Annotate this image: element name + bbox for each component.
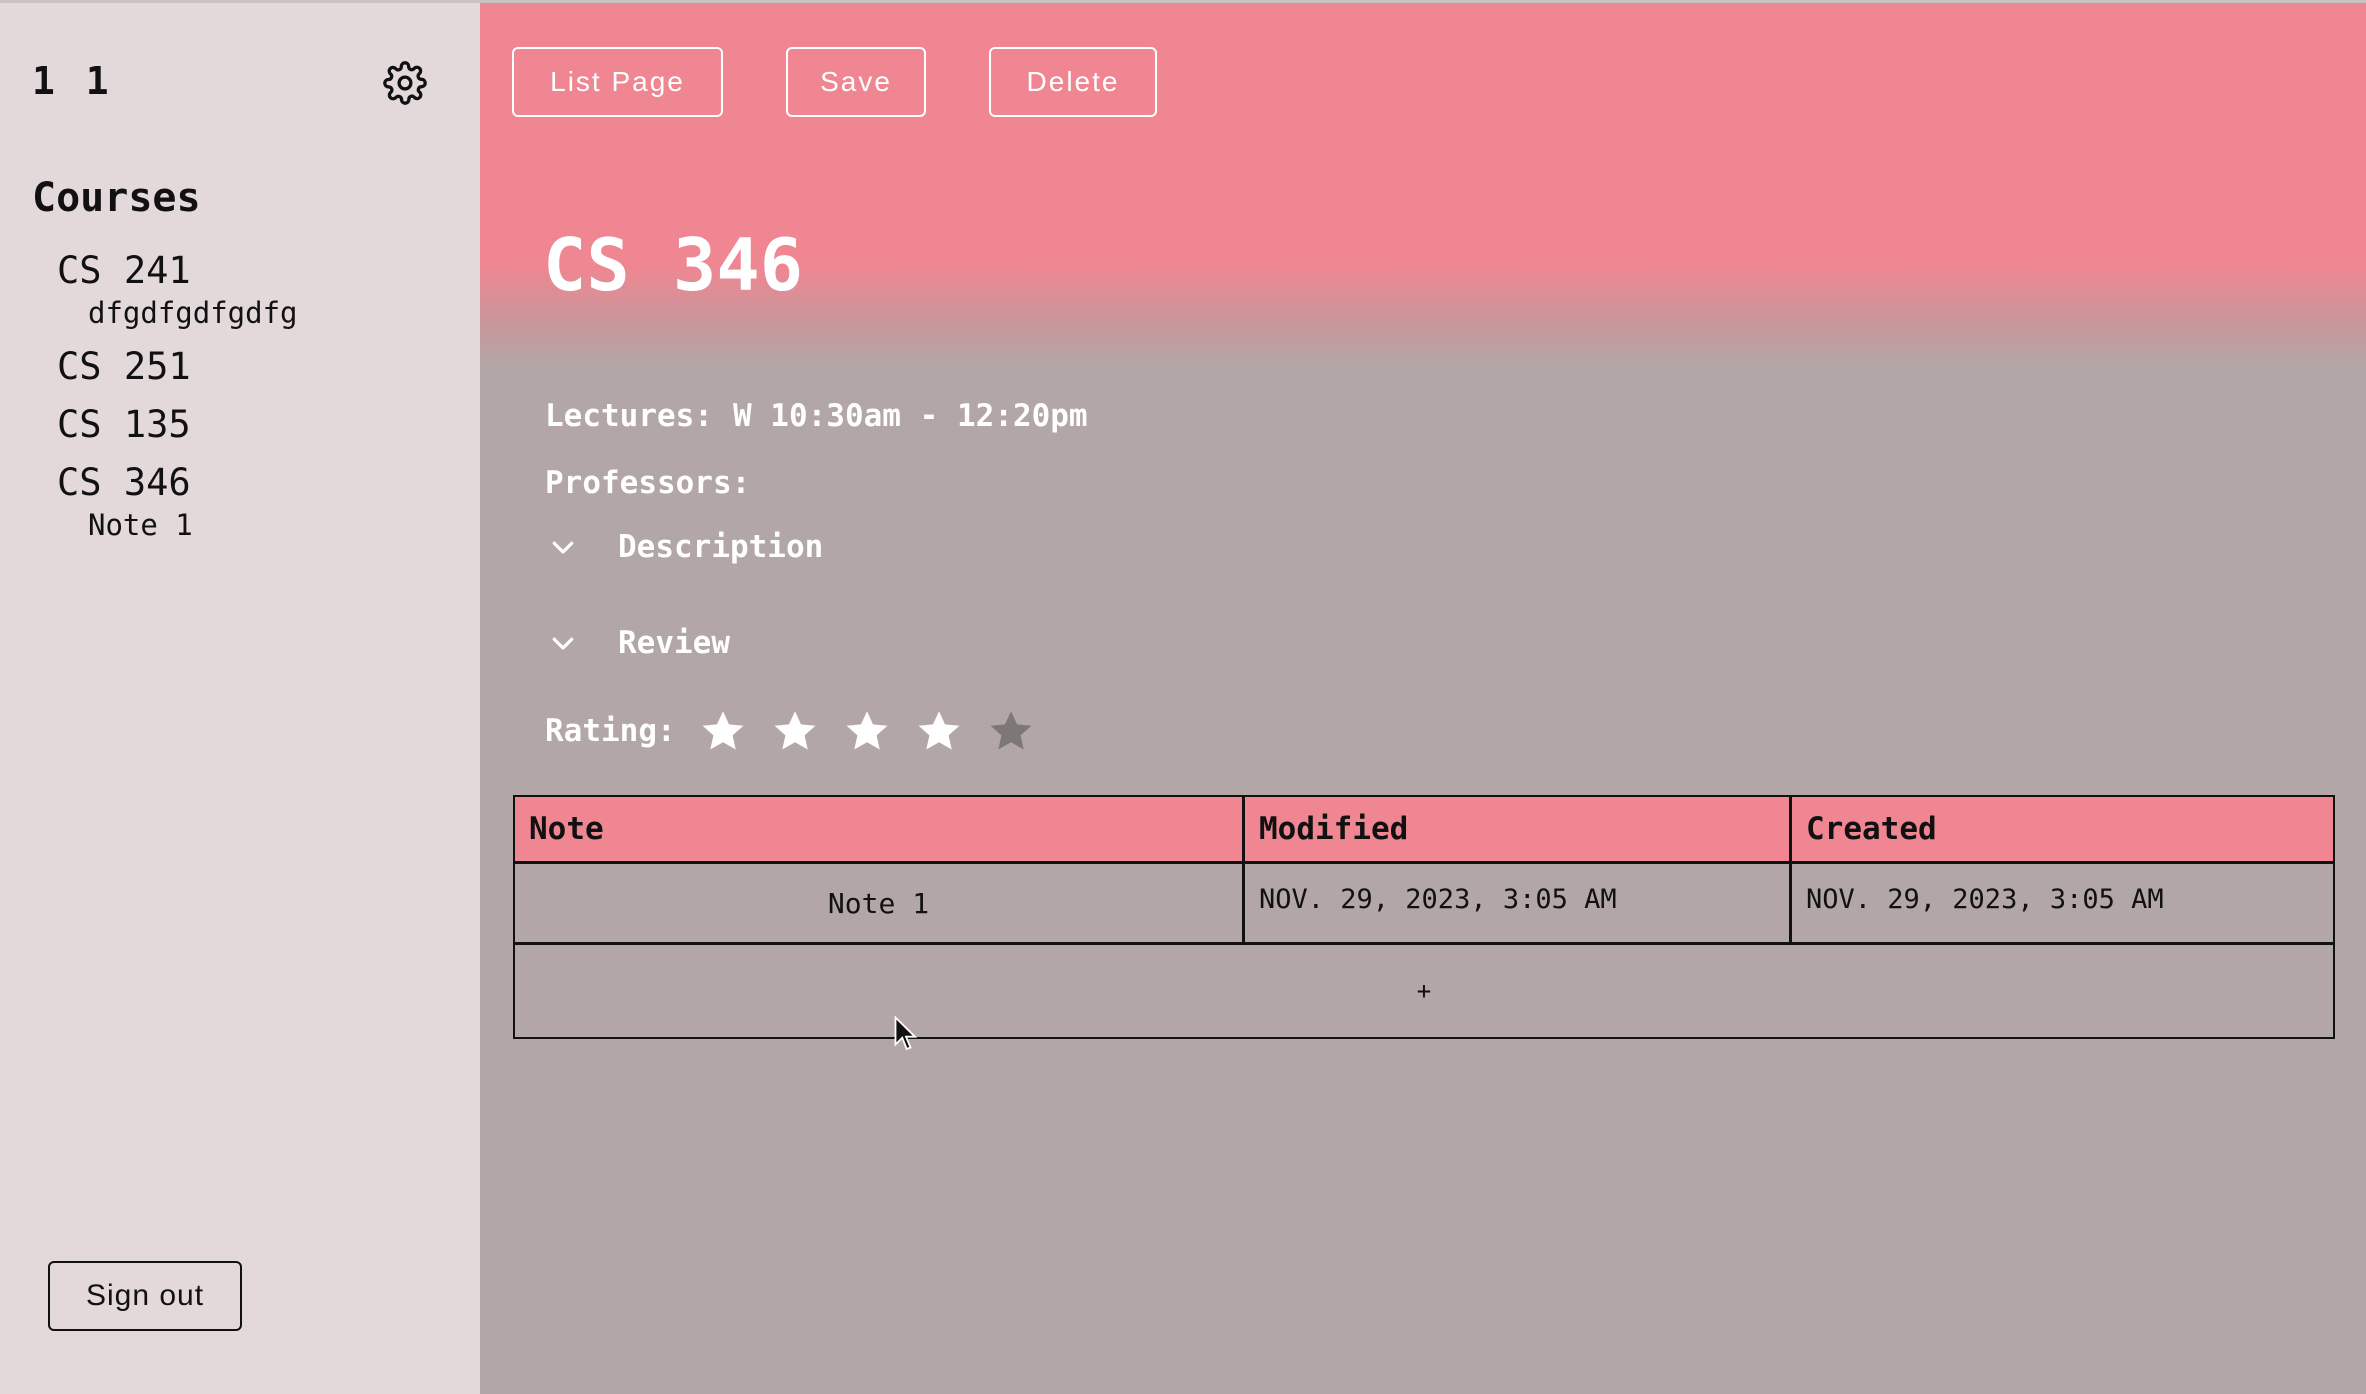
column-header-created[interactable]: Created bbox=[1792, 797, 2333, 861]
lectures-info: Lectures: W 10:30am - 12:20pm bbox=[545, 398, 1088, 434]
table-row[interactable]: Note 1 NOV. 29, 2023, 3:05 AM NOV. 29, 2… bbox=[515, 864, 2333, 945]
delete-button[interactable]: Delete bbox=[989, 47, 1157, 117]
sidebar-course-cs241[interactable]: CS 241 dfgdfgdfgdfg bbox=[57, 248, 298, 331]
lectures-value: W 10:30am - 12:20pm bbox=[732, 398, 1088, 434]
star-empty-icon[interactable] bbox=[986, 706, 1036, 756]
mouse-cursor-icon bbox=[894, 1016, 918, 1051]
chevron-down-icon bbox=[552, 637, 574, 650]
sidebar: 1 1 Courses CS 241 dfgdfgdfgdfg CS 251 C… bbox=[0, 3, 480, 1394]
star-filled-icon[interactable] bbox=[698, 706, 748, 756]
course-label[interactable]: CS 251 bbox=[57, 344, 298, 389]
course-label[interactable]: CS 346 bbox=[57, 460, 298, 505]
sidebar-course-cs251[interactable]: CS 251 bbox=[57, 344, 298, 389]
page-title: CS 346 bbox=[543, 223, 804, 307]
note-cell[interactable]: Note 1 bbox=[515, 864, 1245, 942]
add-note-button[interactable]: + bbox=[515, 945, 2333, 1037]
modified-cell: NOV. 29, 2023, 3:05 AM bbox=[1245, 864, 1792, 942]
sign-out-button[interactable]: Sign out bbox=[48, 1261, 242, 1331]
notes-table: Note Modified Created Note 1 NOV. 29, 20… bbox=[513, 795, 2335, 1039]
rating-stars[interactable] bbox=[698, 706, 1058, 756]
rating-label: Rating: bbox=[545, 713, 676, 749]
save-button[interactable]: Save bbox=[786, 47, 926, 117]
table-header: Note Modified Created bbox=[515, 797, 2333, 864]
sidebar-course-cs346[interactable]: CS 346 Note 1 bbox=[57, 460, 298, 543]
gear-icon[interactable] bbox=[383, 61, 427, 105]
lectures-label: Lectures: bbox=[545, 398, 713, 434]
created-cell: NOV. 29, 2023, 3:05 AM bbox=[1806, 884, 2164, 915]
course-label[interactable]: CS 241 bbox=[57, 248, 298, 293]
sidebar-course-cs135[interactable]: CS 135 bbox=[57, 402, 298, 447]
review-label: Review bbox=[618, 625, 730, 661]
list-page-button[interactable]: List Page bbox=[512, 47, 723, 117]
courses-heading: Courses bbox=[32, 175, 201, 221]
column-header-note[interactable]: Note bbox=[515, 797, 1245, 861]
star-filled-icon[interactable] bbox=[770, 706, 820, 756]
main-content: List Page Save Delete CS 346 Lectures: W … bbox=[480, 3, 2366, 1394]
column-header-modified[interactable]: Modified bbox=[1245, 797, 1792, 861]
sidebar-note[interactable]: dfgdfgdfgdfg bbox=[88, 295, 298, 331]
star-filled-icon[interactable] bbox=[914, 706, 964, 756]
description-label: Description bbox=[618, 529, 824, 565]
description-toggle[interactable]: Description bbox=[548, 529, 823, 565]
user-name: 1 1 bbox=[32, 59, 113, 103]
course-label[interactable]: CS 135 bbox=[57, 402, 298, 447]
chevron-down-icon bbox=[552, 541, 574, 554]
review-toggle[interactable]: Review bbox=[548, 625, 730, 661]
sidebar-note[interactable]: Note 1 bbox=[88, 507, 298, 543]
star-filled-icon[interactable] bbox=[842, 706, 892, 756]
professors-label: Professors: bbox=[545, 465, 751, 501]
rating: Rating: bbox=[545, 706, 1058, 756]
course-header: List Page Save Delete CS 346 bbox=[480, 3, 2366, 368]
course-list: CS 241 dfgdfgdfgdfg CS 251 CS 135 CS 346… bbox=[57, 248, 298, 556]
